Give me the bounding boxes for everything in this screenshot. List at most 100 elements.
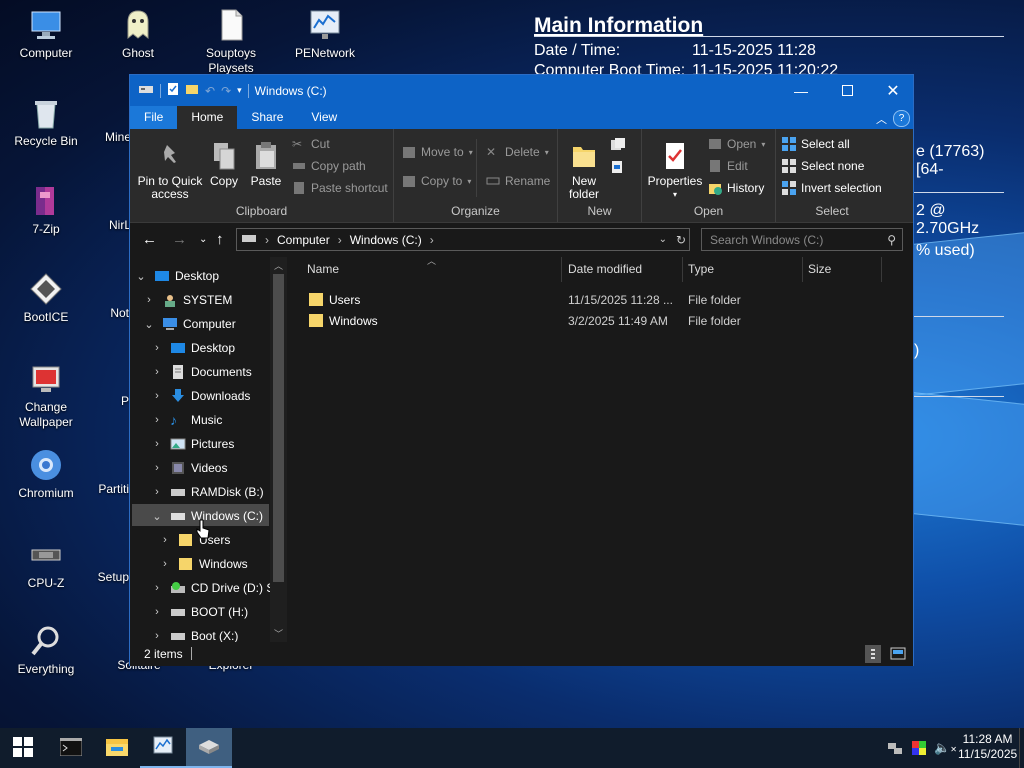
chevron-right-icon[interactable]: › bbox=[142, 294, 156, 306]
desktop-icon-souptoys[interactable]: Souptoys Playsets bbox=[186, 8, 276, 76]
back-button[interactable]: ← bbox=[142, 231, 157, 248]
copy-path-button[interactable]: Copy path bbox=[292, 159, 366, 173]
paste-button[interactable]: Paste bbox=[248, 141, 284, 188]
address-bar[interactable]: › Computer › Windows (C:) › ⌄ ↻ bbox=[236, 228, 690, 251]
tree-item-desktop-root[interactable]: ⌄ Desktop bbox=[134, 265, 219, 287]
collapse-ribbon-button[interactable]: ︿ bbox=[876, 111, 887, 127]
search-input[interactable]: Search Windows (C:) bbox=[710, 233, 823, 247]
cut-button[interactable]: ✂ Cut bbox=[292, 137, 330, 151]
scroll-down-icon[interactable]: ﹀ bbox=[274, 627, 283, 640]
start-button[interactable] bbox=[0, 728, 46, 768]
desktop-icon-penetwork[interactable]: PENetwork bbox=[280, 8, 370, 61]
show-desktop-button[interactable] bbox=[1019, 728, 1024, 768]
undo-icon[interactable]: ↶ bbox=[205, 84, 215, 98]
desktop-icon-computer[interactable]: Computer bbox=[1, 8, 91, 61]
chevron-right-icon[interactable]: › bbox=[150, 486, 164, 498]
column-header-name[interactable]: Name bbox=[307, 257, 339, 282]
chevron-right-icon[interactable]: › bbox=[150, 582, 164, 594]
forward-button[interactable]: → bbox=[172, 231, 187, 248]
chevron-down-icon[interactable]: ⌄ bbox=[142, 318, 156, 331]
new-folder-icon[interactable] bbox=[185, 83, 199, 98]
desktop-icon-not[interactable]: Not bbox=[71, 306, 129, 321]
tab-view[interactable]: View bbox=[297, 106, 351, 129]
tree-item-windows[interactable]: › Windows bbox=[158, 553, 248, 575]
color-tray-icon[interactable] bbox=[911, 740, 927, 759]
breadcrumb-computer[interactable]: Computer bbox=[277, 233, 330, 247]
column-header-size[interactable]: Size bbox=[808, 257, 831, 282]
chevron-down-icon[interactable]: ⌄ bbox=[150, 510, 164, 523]
tab-home[interactable]: Home bbox=[177, 106, 238, 129]
edit-button[interactable]: Edit bbox=[708, 159, 748, 173]
desktop-icon-everything[interactable]: Everything bbox=[1, 624, 91, 677]
large-icons-view-button[interactable] bbox=[890, 647, 906, 663]
tab-share[interactable]: Share bbox=[237, 106, 297, 129]
move-to-button[interactable]: Move to ▾ bbox=[402, 145, 473, 159]
properties-button[interactable]: Properties ▾ bbox=[646, 141, 704, 201]
easy-access-button[interactable] bbox=[610, 159, 632, 178]
copy-button[interactable]: Copy bbox=[206, 141, 242, 188]
tree-item-music[interactable]: › ♪ Music bbox=[150, 409, 222, 431]
chevron-right-icon[interactable]: › bbox=[150, 366, 164, 378]
tree-item-videos[interactable]: › Videos bbox=[150, 457, 227, 479]
desktop-icon-mine[interactable]: Mine bbox=[71, 130, 131, 145]
open-button[interactable]: Open ▾ bbox=[708, 137, 765, 151]
volume-muted-icon[interactable]: 🔈✕ bbox=[934, 740, 957, 756]
clock[interactable]: 11:28 AM 11/15/2025 bbox=[958, 732, 1017, 762]
minimize-button[interactable]: — bbox=[778, 75, 824, 106]
tree-item-computer[interactable]: ⌄ Computer bbox=[142, 313, 235, 335]
desktop-icon-partition[interactable]: Partiti bbox=[71, 482, 129, 497]
invert-selection-button[interactable]: Invert selection bbox=[782, 181, 882, 195]
history-button[interactable]: History bbox=[708, 181, 764, 195]
tree-item-boot-h[interactable]: › BOOT (H:) bbox=[150, 601, 248, 623]
new-folder-button[interactable]: New folder bbox=[562, 141, 606, 201]
address-dropdown-icon[interactable]: ⌄ bbox=[659, 234, 667, 245]
taskbar-app-3[interactable] bbox=[140, 728, 186, 768]
redo-icon[interactable]: ↷ bbox=[221, 84, 231, 98]
column-header-date[interactable]: Date modified bbox=[568, 257, 642, 282]
chevron-right-icon[interactable]: › bbox=[150, 630, 164, 642]
column-divider[interactable] bbox=[561, 257, 562, 282]
tab-file[interactable]: File bbox=[130, 106, 178, 129]
rename-button[interactable]: Rename bbox=[486, 174, 550, 188]
tree-item-desktop[interactable]: › Desktop bbox=[150, 337, 235, 359]
recent-locations-button[interactable]: ⌄ bbox=[199, 234, 207, 245]
tree-item-cd-drive[interactable]: › CD Drive (D:) S bbox=[150, 577, 274, 599]
chevron-right-icon[interactable]: › bbox=[150, 606, 164, 618]
tree-item-system[interactable]: › SYSTEM bbox=[142, 289, 232, 311]
column-header-type[interactable]: Type bbox=[688, 257, 714, 282]
chevron-right-icon[interactable]: › bbox=[150, 414, 164, 426]
help-button[interactable]: ? bbox=[893, 110, 910, 127]
chevron-right-icon[interactable]: › bbox=[158, 534, 172, 546]
scroll-up-icon[interactable]: ︿ bbox=[274, 259, 283, 272]
tree-item-documents[interactable]: › Documents bbox=[150, 361, 252, 383]
details-view-button[interactable] bbox=[865, 645, 881, 663]
tree-item-pictures[interactable]: › Pictures bbox=[150, 433, 234, 455]
scrollbar-thumb[interactable] bbox=[273, 274, 284, 582]
nav-pane-scrollbar[interactable]: ︿ ﹀ bbox=[270, 257, 287, 642]
copy-to-button[interactable]: Copy to ▾ bbox=[402, 174, 471, 188]
delete-button[interactable]: ✕ Delete ▾ bbox=[486, 145, 549, 159]
desktop-icon-ghost[interactable]: Ghost bbox=[93, 8, 183, 61]
chevron-right-icon[interactable]: › bbox=[158, 558, 172, 570]
desktop-icon-p[interactable]: P bbox=[71, 394, 129, 409]
chevron-right-icon[interactable]: › bbox=[150, 438, 164, 450]
refresh-icon[interactable]: ↻ bbox=[676, 233, 686, 247]
desktop-icon-nirl[interactable]: NirL bbox=[71, 218, 131, 233]
taskbar-cmd[interactable] bbox=[48, 728, 94, 768]
select-none-button[interactable]: Select none bbox=[782, 159, 864, 173]
search-box[interactable]: Search Windows (C:) ⚲ bbox=[701, 228, 903, 251]
chevron-right-icon[interactable]: › bbox=[150, 342, 164, 354]
tree-item-ramdisk[interactable]: › RAMDisk (B:) bbox=[150, 481, 264, 503]
breadcrumb-windows-c[interactable]: Windows (C:) bbox=[350, 233, 422, 247]
tree-item-users[interactable]: › Users bbox=[158, 529, 230, 551]
chevron-right-icon[interactable]: › bbox=[150, 390, 164, 402]
select-all-button[interactable]: Select all bbox=[782, 137, 850, 151]
taskbar-file-explorer[interactable] bbox=[94, 728, 140, 768]
tree-item-downloads[interactable]: › Downloads bbox=[150, 385, 250, 407]
taskbar-explorer-window[interactable] bbox=[186, 728, 232, 768]
maximize-button[interactable] bbox=[824, 75, 870, 106]
column-divider[interactable] bbox=[802, 257, 803, 282]
new-item-button[interactable] bbox=[610, 137, 632, 156]
column-divider[interactable] bbox=[881, 257, 882, 282]
close-button[interactable]: ✕ bbox=[870, 75, 916, 106]
